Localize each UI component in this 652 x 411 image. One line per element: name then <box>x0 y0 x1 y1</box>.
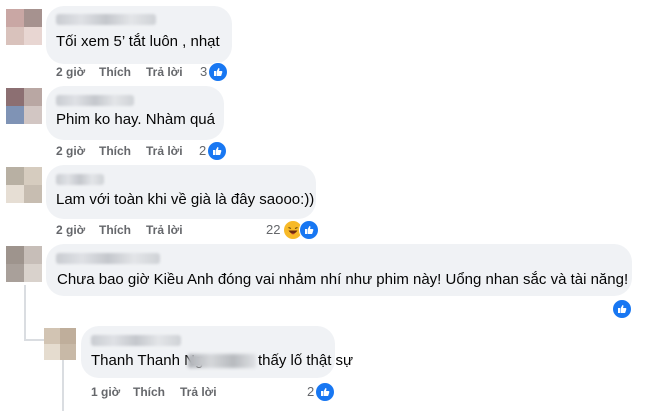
commenter-name[interactable] <box>56 253 160 264</box>
avatar[interactable] <box>6 167 42 203</box>
like-icon[interactable] <box>208 62 228 82</box>
like-button[interactable]: Thích <box>99 144 131 158</box>
comment-text: Chưa bao giờ Kiều Anh đóng vai nhảm nhí … <box>57 271 629 288</box>
reply-button[interactable]: Trả lời <box>146 65 183 79</box>
comment-time[interactable]: 2 giờ <box>56 65 85 79</box>
comment-time[interactable]: 2 giờ <box>56 223 85 237</box>
commenter-name[interactable] <box>56 174 104 185</box>
reply-thread-line <box>24 285 26 341</box>
like-icon[interactable] <box>299 220 319 240</box>
reply-text: thấy lố thật sự <box>258 352 354 369</box>
reaction-count[interactable]: 22 <box>266 222 280 238</box>
reply-thread-connector <box>24 339 44 341</box>
reaction-count[interactable]: 2 <box>199 143 206 159</box>
like-icon[interactable] <box>612 299 632 319</box>
commenter-name[interactable] <box>56 95 134 106</box>
reply-time[interactable]: 1 giờ <box>91 385 120 399</box>
avatar[interactable] <box>6 9 42 45</box>
reaction-count[interactable]: 2 <box>307 384 314 400</box>
commenter-name[interactable] <box>56 14 156 25</box>
reaction-count[interactable]: 3 <box>200 64 207 80</box>
like-icon[interactable] <box>207 141 227 161</box>
reply-button[interactable]: Trả lời <box>180 385 217 399</box>
reply-thread-line-2 <box>62 358 64 411</box>
avatar[interactable] <box>6 246 42 282</box>
reply-mention[interactable]: Thanh Thanh Ng <box>91 351 203 370</box>
like-icon[interactable] <box>315 382 335 402</box>
avatar[interactable] <box>44 328 76 360</box>
comment-time[interactable]: 2 giờ <box>56 144 85 158</box>
like-button[interactable]: Thích <box>133 385 165 399</box>
comment-text: Lam với toàn khi về già là đây saooo:)) <box>56 191 315 208</box>
like-button[interactable]: Thích <box>99 223 131 237</box>
like-button[interactable]: Thích <box>99 65 131 79</box>
reply-button[interactable]: Trả lời <box>146 223 183 237</box>
replier-name[interactable] <box>91 335 181 346</box>
comment-text: Phim ko hay. Nhàm quá <box>56 111 215 128</box>
mention-redacted <box>188 354 256 368</box>
reply-button[interactable]: Trả lời <box>146 144 183 158</box>
comment-text: Tối xem 5’ tắt luôn , nhạt <box>56 33 220 50</box>
avatar[interactable] <box>6 88 42 124</box>
